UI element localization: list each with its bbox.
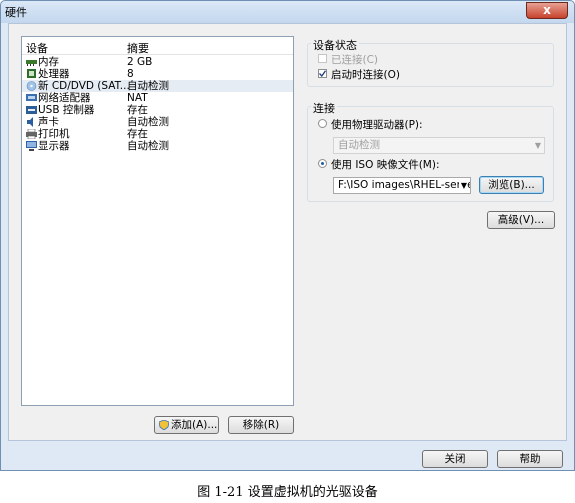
physical-drive-radio[interactable] [318, 119, 327, 128]
dialog-body: 设备 摘要 内存 2 GB 处理器 8 新 CD/DVD (SAT... 自动检… [8, 23, 567, 441]
device-name: 显示器 [38, 140, 70, 152]
connection-title: 连接 [311, 100, 337, 116]
close-button[interactable]: 关闭 [422, 450, 488, 468]
add-button-label: 添加(A)... [171, 419, 218, 431]
device-summary: 存在 [127, 104, 148, 116]
device-name: 网络适配器 [38, 92, 91, 104]
hardware-dialog: 硬件 x 设备 摘要 内存 2 GB 处理器 8 新 CD/DVD (SAT..… [0, 0, 575, 471]
device-summary: 存在 [127, 128, 148, 140]
device-row-processor[interactable]: 处理器 8 [22, 68, 293, 80]
processor-icon [27, 69, 36, 78]
device-name: USB 控制器 [38, 104, 95, 116]
device-summary: 自动检测 [127, 80, 169, 92]
device-name: 声卡 [38, 116, 59, 128]
printer-icon [26, 129, 37, 139]
device-row-display[interactable]: 显示器 自动检测 [22, 140, 293, 152]
radio-selected-dot [321, 162, 324, 165]
browse-button[interactable]: 浏览(B)... [479, 176, 544, 194]
figure-caption: 图 1-21 设置虚拟机的光驱设备 [197, 485, 378, 500]
device-row-sound-card[interactable]: 声卡 自动检测 [22, 116, 293, 128]
usb-icon [26, 106, 37, 114]
connected-checkbox[interactable] [318, 54, 327, 63]
device-status-title: 设备状态 [311, 37, 359, 53]
device-row-network-adapter[interactable]: 网络适配器 NAT [22, 92, 293, 104]
device-list: 设备 摘要 内存 2 GB 处理器 8 新 CD/DVD (SAT... 自动检… [21, 36, 294, 406]
device-name: 打印机 [38, 128, 70, 140]
iso-image-label: 使用 ISO 映像文件(M): [331, 159, 440, 171]
iso-image-radio[interactable] [318, 159, 327, 168]
memory-icon [26, 60, 37, 66]
cd-dvd-icon [26, 81, 37, 91]
help-button[interactable]: 帮助 [497, 450, 563, 468]
device-list-header: 设备 摘要 [22, 37, 293, 55]
remove-device-button[interactable]: 移除(R) [228, 416, 294, 434]
title-bar: 硬件 x [1, 1, 574, 23]
column-header-summary[interactable]: 摘要 [127, 40, 149, 56]
chevron-down-icon: ▼ [534, 141, 541, 150]
device-summary: NAT [127, 92, 148, 104]
device-row-printer[interactable]: 打印机 存在 [22, 128, 293, 140]
sound-icon [27, 117, 33, 127]
column-header-device[interactable]: 设备 [26, 40, 48, 56]
chevron-down-icon: ▼ [458, 178, 467, 193]
iso-path-select[interactable]: F:\ISO images\RHEL-server- ▼ [333, 177, 471, 194]
physical-drive-label: 使用物理驱动器(P): [331, 119, 423, 131]
connected-label: 已连接(C) [331, 54, 379, 66]
device-summary: 8 [127, 68, 134, 80]
device-summary: 2 GB [127, 56, 153, 68]
physical-drive-select[interactable]: 自动检测 ▼ [333, 137, 545, 154]
iso-path-value: F:\ISO images\RHEL-server- [338, 179, 471, 191]
device-row-cd-dvd[interactable]: 新 CD/DVD (SAT... 自动检测 [22, 80, 293, 92]
device-name: 新 CD/DVD (SAT... [38, 80, 130, 92]
connect-at-power-on-label: 启动时连接(O) [331, 69, 400, 81]
close-window-button[interactable]: x [526, 2, 568, 19]
connect-at-power-on-checkbox[interactable] [318, 69, 327, 78]
display-icon [26, 141, 37, 151]
add-device-button[interactable]: 添加(A)... [154, 416, 219, 434]
device-name: 处理器 [38, 68, 70, 80]
window-title: 硬件 [5, 6, 27, 19]
advanced-button[interactable]: 高级(V)... [487, 211, 555, 229]
device-name: 内存 [38, 56, 59, 68]
network-adapter-icon [26, 94, 37, 101]
checkmark-icon [319, 70, 326, 77]
device-summary: 自动检测 [127, 116, 169, 128]
device-row-usb[interactable]: USB 控制器 存在 [22, 104, 293, 116]
device-row-memory[interactable]: 内存 2 GB [22, 56, 293, 68]
physical-drive-value: 自动检测 [338, 139, 380, 151]
device-summary: 自动检测 [127, 140, 169, 152]
add-shield-icon [159, 420, 169, 430]
